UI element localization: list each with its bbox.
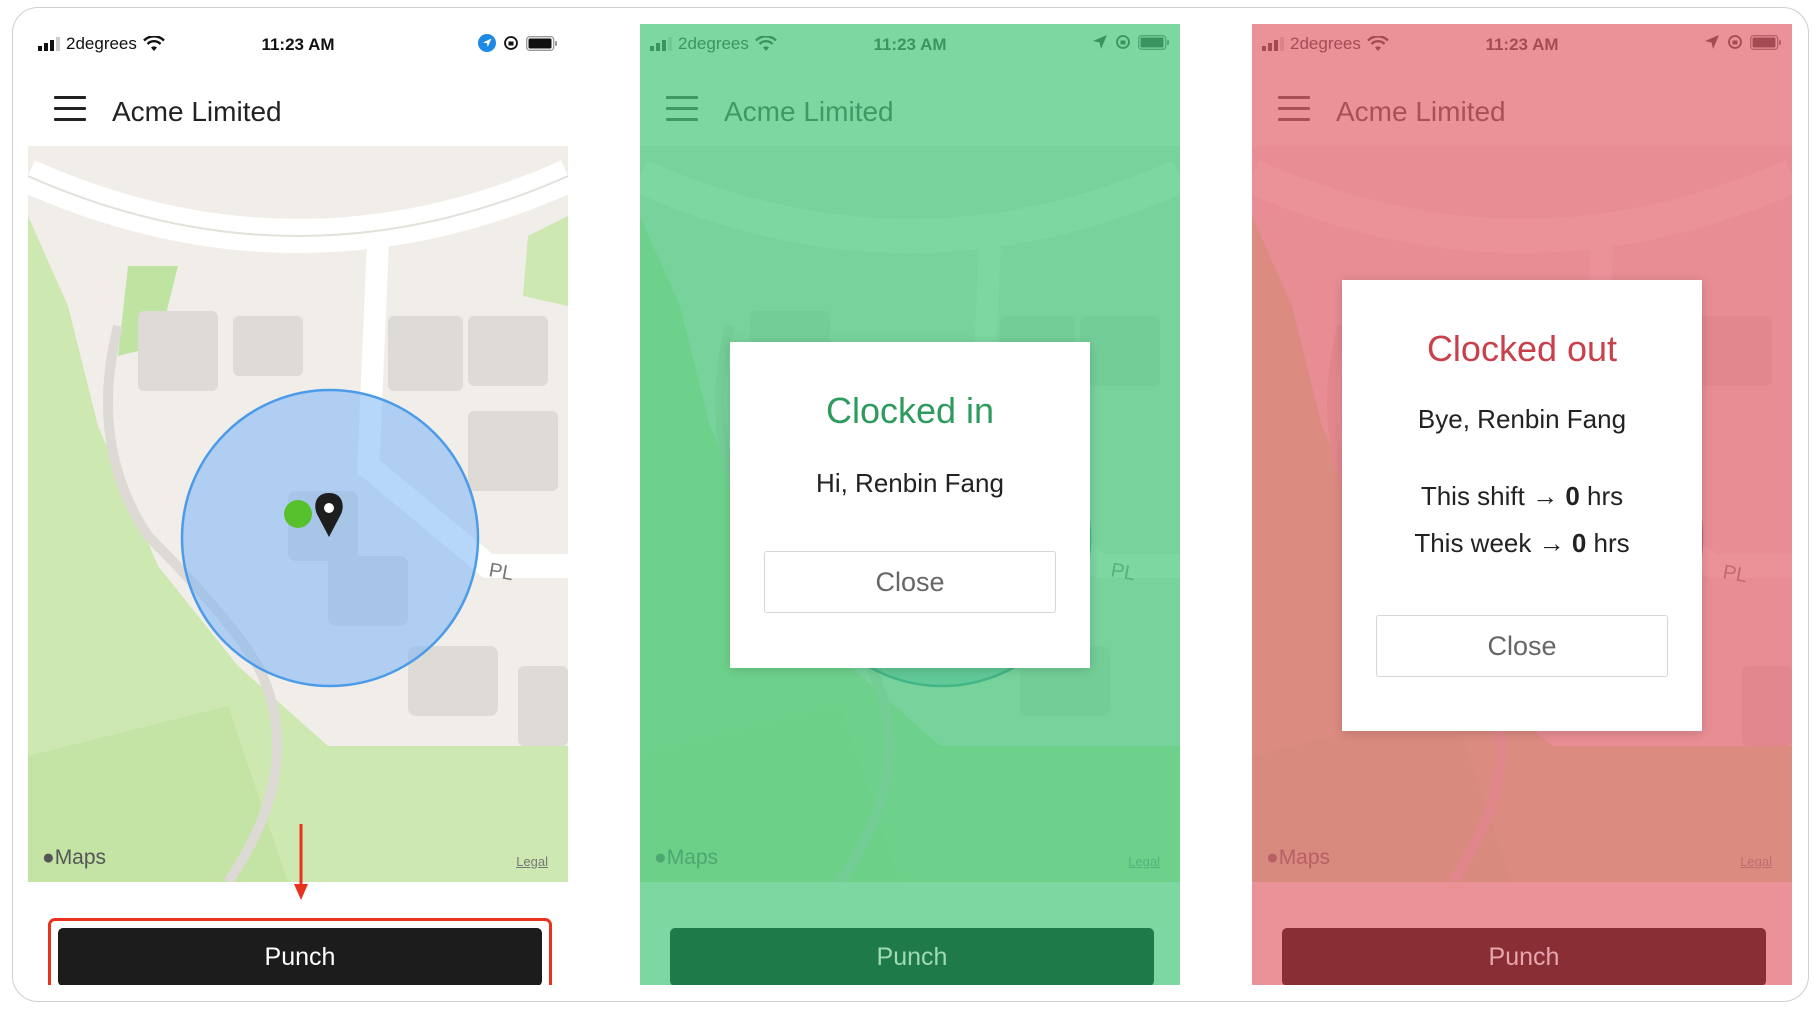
street-label: PL — [1109, 559, 1137, 585]
arrow-icon: → — [1538, 528, 1565, 558]
hours-unit: hrs — [1587, 481, 1624, 511]
location-arrow-icon — [1093, 35, 1107, 49]
legal-link[interactable]: Legal — [1740, 854, 1772, 869]
current-location-dot — [284, 500, 312, 528]
hamburger-menu-icon[interactable] — [54, 96, 86, 122]
app-title: Acme Limited — [1336, 96, 1506, 127]
apple-maps-logo: ●Maps — [1266, 846, 1330, 870]
app-header: Acme Limited — [28, 68, 568, 146]
phone-screen-clocked-in: 2degrees 11:23 AM Acme Limited PL ●Maps … — [640, 24, 1180, 985]
shift-label: This shift — [1420, 481, 1525, 511]
bottom-bar-overlay: Punch — [1252, 882, 1792, 985]
street-label: PL — [487, 559, 515, 585]
status-bar: 2degrees 11:23 AM — [1252, 24, 1792, 68]
apple-logo-icon: ● — [1266, 846, 1279, 869]
battery-icon — [1138, 34, 1169, 50]
phone-screen-clocked-out: 2degrees 11:23 AM Acme Limited PL ●Maps … — [1252, 24, 1792, 985]
apple-logo-icon: ● — [654, 846, 667, 869]
apple-logo-icon: ● — [42, 846, 55, 869]
week-label: This week — [1414, 528, 1532, 558]
location-arrow-icon — [1705, 35, 1719, 49]
status-bar: 2degrees 11:23 AM — [28, 24, 568, 68]
location-arrow-icon — [478, 34, 496, 52]
hamburger-menu-icon[interactable] — [1278, 96, 1310, 122]
geofence-circle — [180, 388, 480, 688]
clocked-out-dialog: Clocked out Bye, Renbin Fang This shift … — [1342, 280, 1702, 731]
shift-hours-line: This shift → 0 hrs — [1342, 481, 1702, 512]
hours-summary: This shift → 0 hrs This week → 0 hrs — [1342, 481, 1702, 559]
dialog-title: Clocked in — [825, 390, 995, 431]
orientation-lock-icon — [1116, 35, 1130, 49]
punch-button[interactable]: Punch — [58, 928, 542, 985]
maps-label: Maps — [54, 846, 107, 869]
shift-hours-value: 0 — [1565, 481, 1580, 511]
hours-unit: hrs — [1593, 528, 1630, 558]
app-title: Acme Limited — [724, 96, 894, 127]
map-view[interactable]: PL ●Maps Legal — [28, 146, 568, 882]
legal-link[interactable]: Legal — [1128, 854, 1160, 869]
punch-button[interactable]: Punch — [670, 928, 1154, 985]
close-button[interactable]: Close — [764, 551, 1056, 613]
app-header: Acme Limited — [1252, 68, 1792, 146]
street-label: PL — [1721, 561, 1749, 587]
clocked-in-dialog: Clocked in Hi, Renbin Fang Close — [730, 342, 1090, 668]
week-hours-line: This week → 0 hrs — [1342, 528, 1702, 559]
annotation-arrow — [294, 824, 308, 900]
dialog-title: Clocked out — [1426, 328, 1618, 369]
battery-icon — [1750, 34, 1781, 50]
dialog-greeting: Bye, Renbin Fang — [1417, 404, 1627, 434]
app-title: Acme Limited — [112, 96, 282, 127]
status-bar: 2degrees 11:23 AM — [640, 24, 1180, 68]
app-header: Acme Limited — [640, 68, 1180, 146]
map-graphic: PL — [28, 146, 568, 882]
orientation-lock-icon — [1728, 35, 1742, 49]
bottom-bar-overlay: Punch — [640, 882, 1180, 985]
apple-maps-logo: ●Maps — [654, 846, 718, 870]
dialog-greeting: Hi, Renbin Fang — [816, 468, 1004, 498]
phone-screen-default: 2degrees 11:23 AM Acme Limited PL ●Maps … — [28, 24, 568, 985]
apple-maps-logo: ●Maps — [42, 846, 106, 870]
legal-link[interactable]: Legal — [516, 854, 548, 869]
week-hours-value: 0 — [1571, 528, 1587, 558]
close-button[interactable]: Close — [1376, 615, 1668, 677]
hamburger-menu-icon[interactable] — [666, 96, 698, 122]
maps-label: Maps — [1278, 846, 1331, 869]
battery-icon — [526, 35, 557, 51]
maps-label: Maps — [666, 846, 719, 869]
arrow-icon: → — [1532, 481, 1559, 511]
punch-button[interactable]: Punch — [1282, 928, 1766, 985]
orientation-lock-icon — [504, 36, 518, 50]
